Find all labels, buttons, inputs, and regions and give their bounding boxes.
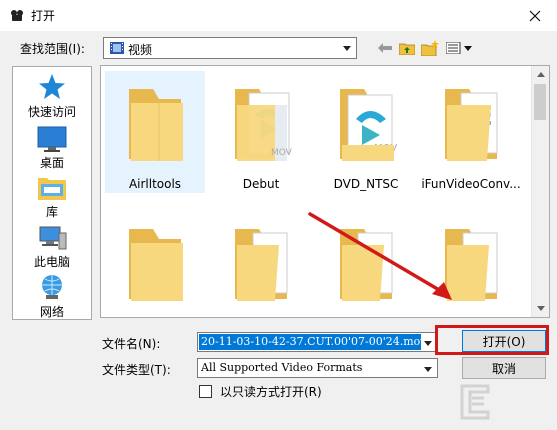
svg-text:MOV: MOV	[271, 148, 293, 158]
view-list-icon	[446, 42, 472, 54]
document-folder-icon	[435, 85, 507, 163]
video-folder-icon: MOV	[225, 85, 297, 163]
back-button[interactable]	[376, 39, 394, 57]
open-button-highlight	[435, 325, 549, 355]
look-in-value: 视频	[128, 43, 153, 57]
read-only-checkbox[interactable]	[199, 385, 212, 398]
app-icon	[9, 7, 25, 23]
place-label: 桌面	[39, 156, 64, 170]
chevron-down-icon	[420, 359, 435, 379]
file-type-value: All Supported Video Formats	[201, 361, 363, 374]
arrow-left-icon	[378, 43, 392, 53]
folder-item[interactable]	[211, 211, 311, 317]
new-folder-button[interactable]	[421, 39, 439, 57]
place-quick-access[interactable]: 快速访问	[13, 71, 91, 120]
file-type-label: 文件类型(T):	[102, 363, 171, 377]
place-label: 网络	[39, 305, 64, 319]
folder-item[interactable]	[105, 211, 205, 317]
look-in-dropdown[interactable]: 视频	[103, 37, 357, 59]
chevron-down-icon	[339, 38, 354, 58]
item-label: Debut	[242, 177, 280, 191]
scrollbar-thumb[interactable]	[534, 84, 546, 120]
folder-item-dvd-ntsc[interactable]: MOV DVD_NTSC	[316, 71, 416, 193]
item-label: iFunVideoConv...	[421, 177, 521, 191]
place-network[interactable]: 网络	[13, 271, 91, 320]
place-label: 库	[45, 205, 58, 219]
up-folder-button[interactable]	[398, 39, 416, 57]
document-folder-icon	[225, 225, 297, 303]
folder-item-ifunvideoconv[interactable]: iFunVideoConv...	[421, 71, 521, 193]
title-bar	[0, 0, 557, 31]
look-in-label: 查找范围(I):	[20, 42, 85, 56]
new-folder-icon	[421, 40, 439, 56]
chevron-down-icon[interactable]	[420, 333, 435, 353]
scroll-up-icon[interactable]	[532, 66, 549, 83]
up-folder-icon	[399, 43, 415, 55]
video-folder-icon: MOV	[330, 85, 402, 163]
folder-item-airlltools[interactable]: Airlltools	[105, 71, 205, 193]
folder-icon	[119, 225, 191, 303]
window-title: 打开	[31, 9, 56, 23]
library-icon	[13, 171, 91, 201]
folder-icon	[119, 85, 191, 163]
place-label: 快速访问	[27, 105, 76, 119]
file-name-value: 20-11-03-10-42-37.CUT.00'07-00'24.mov	[199, 334, 421, 350]
folder-item-debut[interactable]: MOV Debut	[211, 71, 311, 193]
file-type-dropdown[interactable]: All Supported Video Formats	[197, 358, 438, 378]
close-button[interactable]	[512, 0, 557, 31]
read-only-label: 以只读方式打开(R)	[220, 385, 322, 399]
video-folder-icon	[110, 41, 124, 58]
annotation-arrow-icon	[308, 212, 452, 300]
scroll-down-icon[interactable]	[532, 300, 549, 317]
file-name-input[interactable]: 20-11-03-10-42-37.CUT.00'07-00'24.mov	[197, 332, 438, 352]
place-libraries[interactable]: 库	[13, 171, 91, 220]
view-menu-button[interactable]	[445, 39, 473, 57]
place-label: 此电脑	[33, 255, 70, 269]
places-bar: 快速访问 桌面 库 此电脑 网络	[12, 66, 92, 320]
close-icon	[529, 10, 540, 21]
desktop-icon	[13, 122, 91, 152]
place-this-pc[interactable]: 此电脑	[13, 221, 91, 270]
place-desktop[interactable]: 桌面	[13, 122, 91, 171]
item-label: DVD_NTSC	[333, 177, 399, 191]
read-only-option[interactable]: 以只读方式打开(R)	[199, 383, 322, 400]
network-icon	[13, 271, 91, 301]
item-label: Airlltools	[128, 177, 182, 191]
computer-icon	[13, 221, 91, 251]
vertical-scrollbar[interactable]	[531, 66, 549, 317]
star-icon	[13, 71, 91, 101]
file-name-label: 文件名(N):	[102, 337, 161, 351]
watermark-logo	[458, 376, 553, 428]
